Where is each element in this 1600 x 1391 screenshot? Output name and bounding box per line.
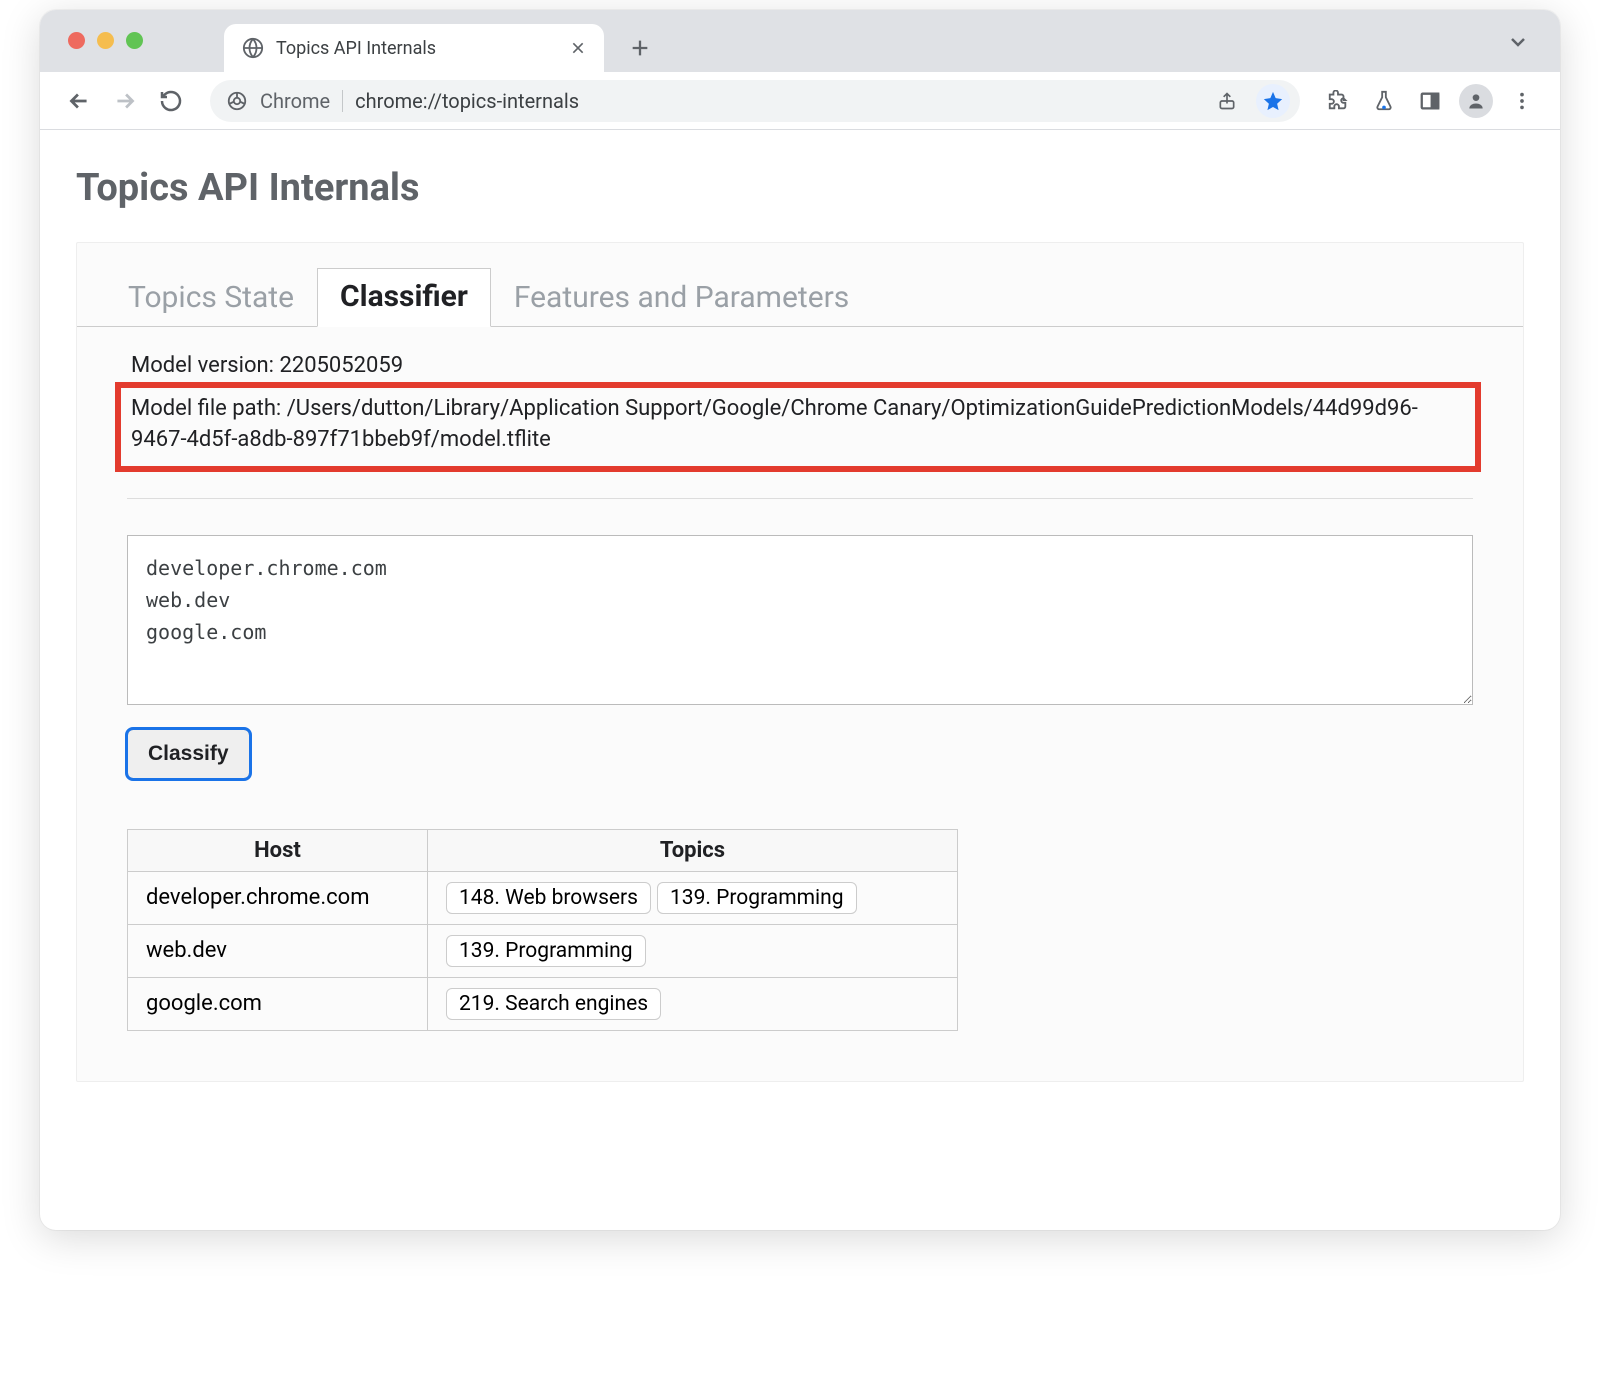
col-header-topics: Topics [428, 829, 958, 871]
url-scheme-label: Chrome [260, 89, 330, 113]
share-icon[interactable] [1210, 84, 1244, 118]
topic-chip: 148. Web browsers [446, 882, 651, 914]
toolbar: Chrome chrome://topics-internals [40, 72, 1560, 130]
new-tab-button[interactable] [620, 28, 660, 68]
cell-host: developer.chrome.com [128, 871, 428, 924]
cell-topics: 139. Programming [428, 924, 958, 977]
topic-chip: 139. Programming [657, 882, 857, 914]
tab-search-button[interactable] [1506, 30, 1530, 58]
cell-host: google.com [128, 977, 428, 1030]
tab-features-parameters[interactable]: Features and Parameters [491, 269, 872, 327]
fullscreen-window-button[interactable] [126, 32, 143, 49]
model-file-path-label: Model file path: [131, 396, 281, 421]
model-version-value: 2205052059 [279, 353, 403, 378]
cell-host: web.dev [128, 924, 428, 977]
kebab-menu-icon[interactable] [1502, 81, 1542, 121]
hosts-input[interactable] [127, 535, 1473, 705]
results-tbody: developer.chrome.com148. Web browsers139… [128, 871, 958, 1030]
close-window-button[interactable] [68, 32, 85, 49]
reload-button[interactable] [150, 80, 192, 122]
close-tab-icon[interactable] [570, 40, 586, 56]
side-panel-icon[interactable] [1410, 81, 1450, 121]
tab-topics-state[interactable]: Topics State [105, 269, 317, 327]
panel-tabs: Topics State Classifier Features and Par… [77, 243, 1523, 327]
results-table: Host Topics developer.chrome.com148. Web… [127, 829, 958, 1031]
bookmark-star-icon[interactable] [1256, 84, 1290, 118]
labs-icon[interactable] [1364, 81, 1404, 121]
browser-tab-active[interactable]: Topics API Internals [224, 24, 604, 72]
minimize-window-button[interactable] [97, 32, 114, 49]
chrome-icon [226, 90, 248, 112]
back-button[interactable] [58, 80, 100, 122]
globe-icon [242, 37, 264, 59]
table-row: web.dev 139. Programming [128, 924, 958, 977]
tab-classifier[interactable]: Classifier [317, 268, 491, 327]
forward-button[interactable] [104, 80, 146, 122]
col-header-host: Host [128, 829, 428, 871]
window-controls [68, 32, 143, 49]
model-version-label: Model version: [131, 353, 274, 378]
profile-button[interactable] [1456, 81, 1496, 121]
internals-panel: Topics State Classifier Features and Par… [76, 242, 1524, 1082]
topic-chip: 219. Search engines [446, 988, 661, 1020]
avatar-icon [1459, 84, 1493, 118]
model-file-path-highlight: Model file path: /Users/dutton/Library/A… [115, 382, 1481, 472]
model-version-line: Model version: 2205052059 [131, 353, 1473, 378]
table-row: google.com 219. Search engines [128, 977, 958, 1030]
address-bar[interactable]: Chrome chrome://topics-internals [210, 80, 1300, 122]
omnibox-separator [342, 90, 343, 112]
model-file-path-value: /Users/dutton/Library/Application Suppor… [131, 396, 1418, 452]
toolbar-right [1318, 81, 1542, 121]
tab-title: Topics API Internals [276, 38, 436, 59]
url-text: chrome://topics-internals [355, 89, 579, 113]
table-row: developer.chrome.com148. Web browsers139… [128, 871, 958, 924]
page-title: Topics API Internals [76, 166, 1524, 210]
cell-topics: 219. Search engines [428, 977, 958, 1030]
browser-window: Topics API Internals Chrome c [40, 10, 1560, 1230]
page-content: Topics API Internals Topics State Classi… [40, 130, 1560, 1230]
divider [127, 498, 1473, 499]
topic-chip: 139. Programming [446, 935, 646, 967]
classify-button[interactable]: Classify [127, 729, 250, 779]
tab-strip: Topics API Internals [40, 10, 1560, 72]
tab-body-classifier: Model version: 2205052059 Model file pat… [77, 327, 1523, 1081]
cell-topics: 148. Web browsers139. Programming [428, 871, 958, 924]
extensions-icon[interactable] [1318, 81, 1358, 121]
